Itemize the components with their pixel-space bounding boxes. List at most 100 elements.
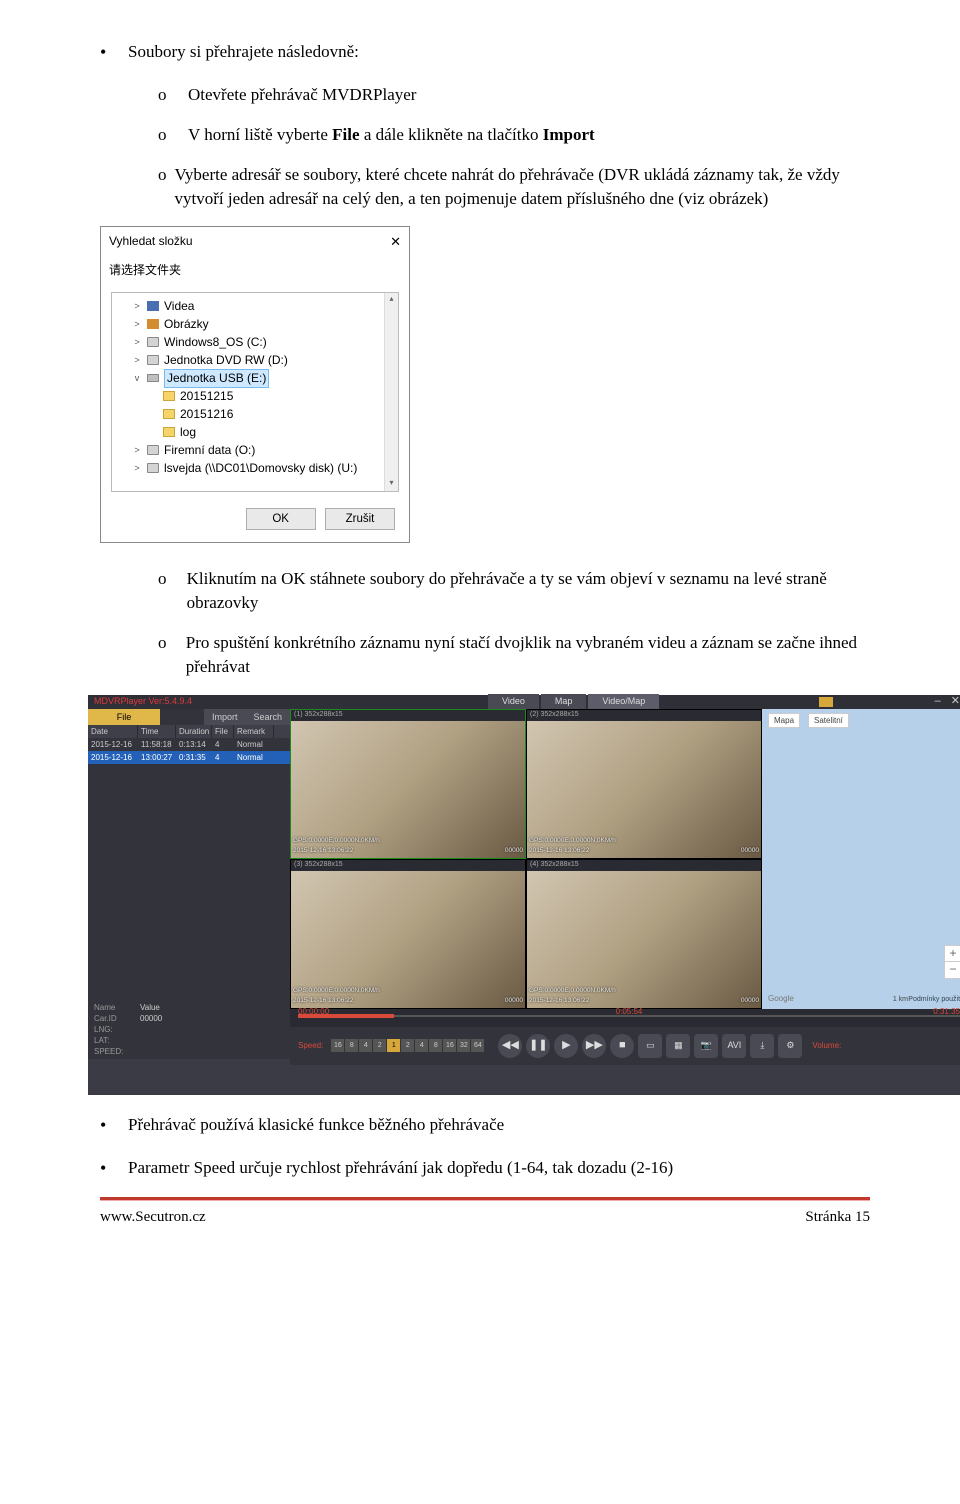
time-start: 00:00:00 [298,1006,329,1017]
folder-dialog: Vyhledat složku ✕ 请选择文件夹 >Videa>Obrázky>… [100,226,410,543]
cell-header: (2) 352x288x15 [527,710,761,721]
dialog-title: Vyhledat složku [109,233,193,251]
tree-item-icon [146,335,160,349]
map-type-map[interactable]: Mapa [768,713,800,728]
video-cell-3[interactable]: (3) 352x288x15 GPS:0.0000E,0.0000N,0KM/h… [290,859,526,1009]
speed-segment[interactable]: 4 [415,1039,428,1052]
cell-gps: GPS:0.0000E,0.0000N,0KM/h [293,836,380,845]
tree-item[interactable]: >Firemní data (O:) [114,441,396,459]
cell-count: 00000 [505,996,523,1005]
sub2-text: V horní liště vyberte File a dále klikně… [188,123,595,147]
speed-segment[interactable]: 4 [359,1039,372,1052]
timeline[interactable]: 00:00:00 0:05:54 0:31:35 [290,1009,960,1027]
tab-map[interactable]: Map [541,694,587,709]
speed-segment[interactable]: 2 [401,1039,414,1052]
close-icon[interactable]: ✕ [951,694,960,709]
tree-item-label: 20151215 [180,388,233,405]
bullet-o: o [158,123,188,147]
chevron-icon: > [132,318,142,331]
bullet-intro: • Soubory si přehrajete následovně: [100,40,870,65]
speed-label: Speed: [298,1040,323,1051]
pause-button[interactable]: ❚❚ [526,1034,550,1058]
tree-item[interactable]: 20151216 [114,405,396,423]
next-button[interactable]: ▶▶ [582,1034,606,1058]
stop-button[interactable]: ■ [610,1034,634,1058]
folder-tree: >Videa>Obrázky>Windows8_OS (C:)>Jednotka… [111,292,399,492]
ok-button[interactable]: OK [246,508,316,530]
tree-item[interactable]: >Videa [114,297,396,315]
cell-gps: GPS:0.0000E,0.0000N,0KM/h [529,986,616,995]
tree-item[interactable]: >Windows8_OS (C:) [114,333,396,351]
file-button[interactable]: File [88,709,160,725]
speed-segment[interactable]: 8 [345,1039,358,1052]
import-button[interactable]: Import [204,709,246,725]
scroll-up-icon[interactable]: ▴ [385,293,398,307]
map-scale: 1 km [893,995,908,1005]
tab-videomap[interactable]: Video/Map [588,694,659,709]
bullet-o: o [158,567,187,615]
chevron-icon: > [132,300,142,313]
scroll-down-icon[interactable]: ▾ [385,477,398,491]
cancel-button[interactable]: Zrušit [325,508,395,530]
recordings-table: Date Time Duration File Remark 2015-12-1… [88,725,290,764]
cell-time: 2015-12-16 13:06:22 [293,996,353,1005]
tree-item-label: 20151216 [180,406,233,423]
table-row[interactable]: 2015-12-16 11:58:18 0:13:14 4 Normal [88,738,290,751]
cell-count: 00000 [741,846,759,855]
search-button[interactable]: Search [245,709,290,725]
close-icon[interactable]: ✕ [390,233,401,251]
tree-item[interactable]: log [114,423,396,441]
play-button[interactable]: ▶ [554,1034,578,1058]
col-duration: Duration [176,725,212,738]
video-cell-2[interactable]: (2) 352x288x15 GPS:0.0000E,0.0000N,0KM/h… [526,709,762,859]
tree-item-icon [162,407,176,421]
tree-item[interactable]: >lsvejda (\\DC01\Domovsky disk) (U:) [114,459,396,477]
video-cell-1[interactable]: (1) 352x288x15 GPS:0.0000E,0.0000N,0KM/h… [290,709,526,859]
export-button[interactable]: ⤓ [750,1034,774,1058]
map-type-satellite[interactable]: Satelitní [808,713,849,728]
footer-divider [100,1197,870,1201]
speed-segment-current[interactable]: 1 [387,1039,400,1052]
speed-segments: 168421248163264 [331,1039,484,1052]
snapshot-button[interactable]: ▭ [638,1034,662,1058]
tree-item[interactable]: >Obrázky [114,315,396,333]
prev-button[interactable]: ◀◀ [498,1034,522,1058]
grid-button[interactable]: ▦ [666,1034,690,1058]
map-zoom: + − [944,945,960,979]
sub-bullet-1: o Otevřete přehrávač MVDRPlayer [158,83,870,107]
chevron-icon: > [132,462,142,475]
controls-bar: Speed: 168421248163264 ◀◀ ❚❚ ▶ ▶▶ ■ ▭ ▦ … [290,1027,960,1065]
col-remark: Remark [234,725,274,738]
speed-segment[interactable]: 32 [457,1039,470,1052]
time-current: 0:05:54 [616,1006,643,1017]
tree-item[interactable]: >Jednotka DVD RW (D:) [114,351,396,369]
capture-button[interactable]: 📷 [694,1034,718,1058]
map-panel[interactable]: Mapa Satelitní + − Google 1 km Podmínky … [762,709,960,1009]
tab-video[interactable]: Video [488,694,539,709]
speed-segment[interactable]: 2 [373,1039,386,1052]
tree-item[interactable]: vJednotka USB (E:) [114,369,396,387]
minimize-icon[interactable]: – [935,694,941,709]
settings-button[interactable]: ⚙ [778,1034,802,1058]
sub-bullet-3: o Vyberte adresář se soubory, které chce… [158,163,870,211]
video-cell-4[interactable]: (4) 352x288x15 GPS:0.0000E,0.0000N,0KM/h… [526,859,762,1009]
tree-item[interactable]: 20151215 [114,387,396,405]
camera-icon[interactable] [819,697,833,707]
avi-button[interactable]: AVI [722,1034,746,1058]
table-row[interactable]: 2015-12-16 13:00:27 0:31:35 4 Normal [88,751,290,764]
zoom-in-button[interactable]: + [945,946,960,962]
dialog-subtitle: 请选择文件夹 [101,258,409,287]
cell-count: 00000 [505,846,523,855]
speed-segment[interactable]: 16 [331,1039,344,1052]
speed-segment[interactable]: 8 [429,1039,442,1052]
col-date: Date [88,725,138,738]
scrollbar[interactable]: ▴ ▾ [384,293,398,491]
speed-segment[interactable]: 64 [471,1039,484,1052]
map-terms[interactable]: Podmínky použití [908,995,960,1005]
speed-segment[interactable]: 16 [443,1039,456,1052]
time-end: 0:31:35 [933,1006,960,1017]
sub-bullet-5: o Pro spuštění konkrétního záznamu nyní … [158,631,870,679]
tree-item-label: Firemní data (O:) [164,442,255,459]
cell-time: 2015-12-16 13:06:22 [529,996,589,1005]
zoom-out-button[interactable]: − [945,962,960,978]
